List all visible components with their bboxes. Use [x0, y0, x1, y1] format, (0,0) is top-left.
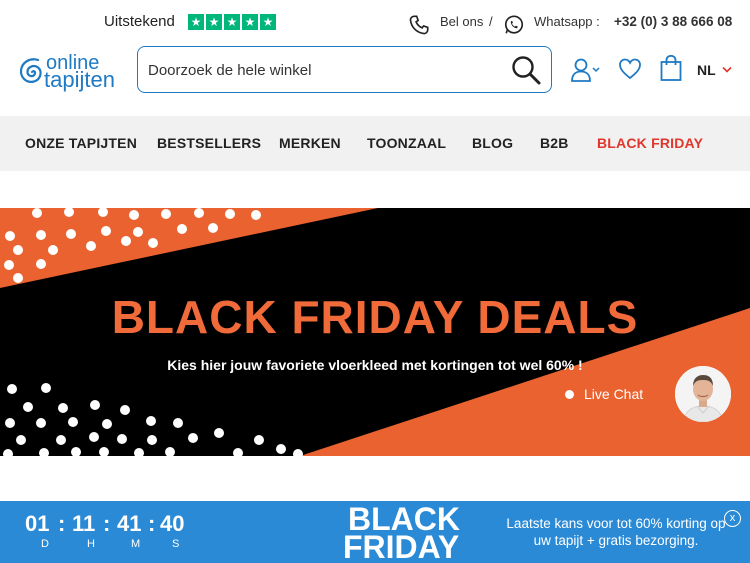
- nav-item-toonzaal[interactable]: TOONZAAL: [367, 135, 446, 151]
- main-navigation: ONZE TAPIJTEN BESTSELLERS MERKEN TOONZAA…: [0, 116, 750, 171]
- language-label: NL: [697, 62, 716, 78]
- search-icon[interactable]: [509, 53, 543, 87]
- banner-title: BLACK FRIDAY DEALS: [111, 291, 639, 343]
- chevron-down-icon: [722, 66, 732, 73]
- countdown-minutes: 41: [117, 511, 142, 536]
- phone-number[interactable]: +32 (0) 3 88 666 08: [614, 14, 732, 29]
- star-icon: ★: [224, 14, 240, 30]
- trustpilot-rating-label: Uitstekend: [104, 13, 175, 30]
- star-icon: ★: [206, 14, 222, 30]
- close-icon[interactable]: x: [724, 510, 741, 527]
- top-bar: Uitstekend ★ ★ ★ ★ ★ Bel ons / Whatsapp …: [0, 0, 750, 44]
- nav-item-bestsellers[interactable]: BESTSELLERS: [157, 135, 261, 151]
- countdown-hours: 11: [72, 511, 96, 536]
- promo-friday-text: FRIDAY: [343, 529, 460, 563]
- phone-icon[interactable]: [408, 14, 430, 36]
- live-chat-button[interactable]: Live Chat: [548, 376, 664, 412]
- star-icon: ★: [188, 14, 204, 30]
- account-icon[interactable]: [570, 56, 602, 84]
- nav-item-black-friday[interactable]: BLACK FRIDAY: [597, 135, 703, 151]
- logo-text-tapijten: tapijten: [44, 67, 115, 92]
- promo-message: Laatste kans voor tot 60% korting op uw …: [506, 516, 726, 548]
- search-box: [137, 46, 552, 93]
- countdown-seconds: 40: [160, 511, 185, 536]
- agent-portrait-icon: [675, 366, 731, 422]
- countdown-unit-hours: H: [87, 538, 95, 550]
- countdown-colon: :: [148, 511, 156, 536]
- call-us-link[interactable]: Bel ons: [440, 14, 483, 29]
- nav-item-b2b[interactable]: B2B: [540, 135, 569, 151]
- shopping-bag-icon[interactable]: [659, 54, 683, 82]
- live-chat-label: Live Chat: [584, 386, 644, 402]
- online-status-dot: [565, 390, 574, 399]
- star-icon: ★: [242, 14, 258, 30]
- nav-item-merken[interactable]: MERKEN: [279, 135, 341, 151]
- wishlist-heart-icon[interactable]: [618, 56, 642, 82]
- countdown-unit-minutes: M: [131, 538, 141, 550]
- nav-item-blog[interactable]: BLOG: [472, 135, 513, 151]
- countdown-colon: :: [103, 511, 111, 536]
- promo-bar: 01 : 11 : 41 : 40 D H M S BLACK FRIDAY L…: [0, 501, 750, 563]
- countdown-unit-seconds: S: [172, 538, 180, 550]
- star-icon: ★: [260, 14, 276, 30]
- banner-subtitle: Kies hier jouw favoriete vloerkleed met …: [167, 357, 583, 373]
- countdown-days: 01: [25, 511, 50, 536]
- countdown-unit-days: D: [41, 538, 49, 550]
- whatsapp-link[interactable]: Whatsapp :: [534, 14, 600, 29]
- countdown-colon: :: [58, 511, 66, 536]
- trustpilot-stars[interactable]: ★ ★ ★ ★ ★: [188, 14, 276, 30]
- separator: /: [489, 14, 493, 29]
- whatsapp-icon[interactable]: [503, 14, 525, 36]
- nav-item-onze-tapijten[interactable]: ONZE TAPIJTEN: [25, 135, 137, 151]
- search-input[interactable]: [148, 59, 498, 81]
- support-agent-avatar[interactable]: [675, 366, 731, 422]
